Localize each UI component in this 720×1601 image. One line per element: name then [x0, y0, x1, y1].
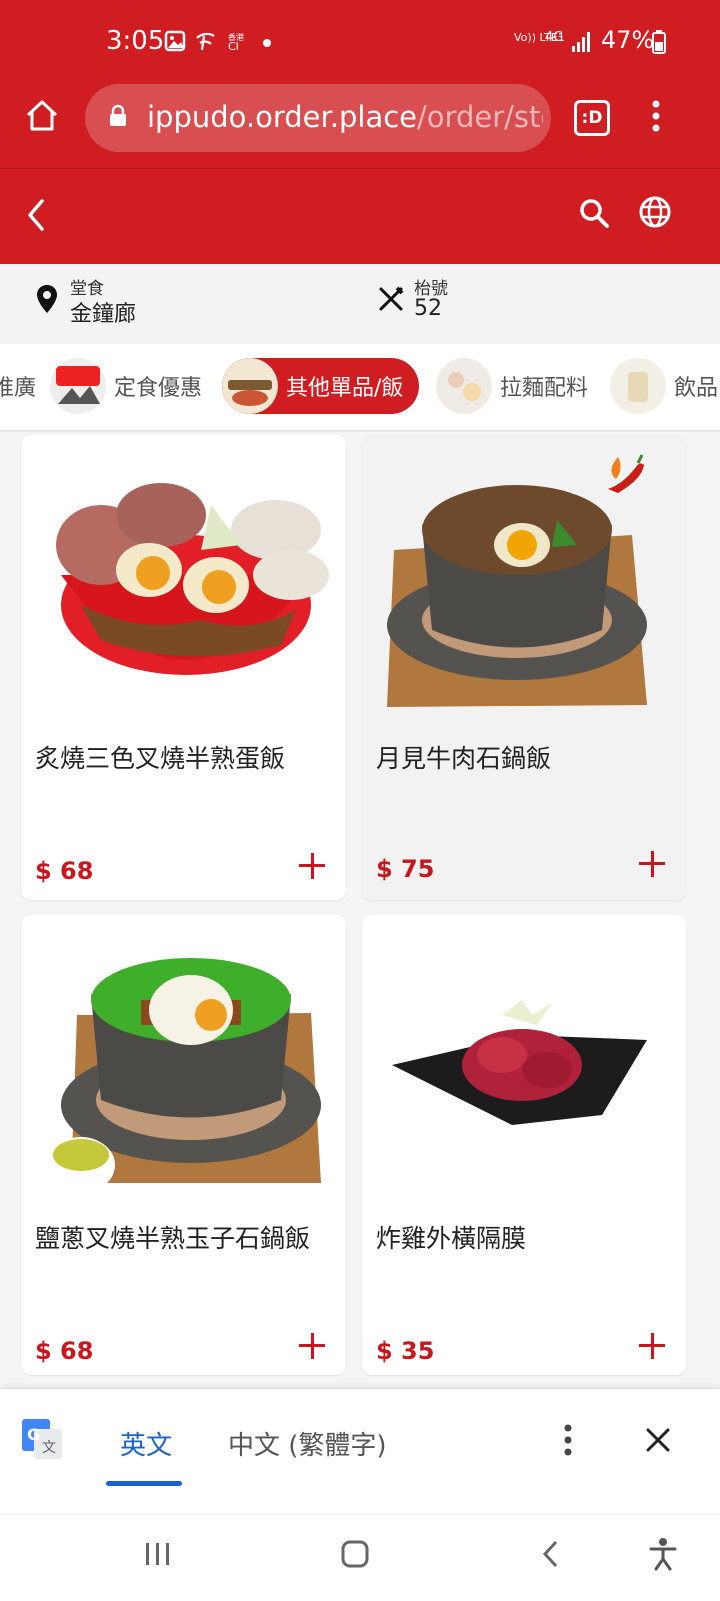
lock-icon [110, 104, 126, 126]
globe-icon[interactable] [638, 195, 672, 229]
recent-apps-icon[interactable] [144, 1541, 172, 1567]
tab-drinks[interactable]: 飲品 [610, 358, 718, 414]
status-bar: 3:05 香港 CI Vo)) LTE1 4G 47% [0, 0, 720, 84]
back-nav-icon[interactable] [540, 1539, 560, 1569]
menu-item-card[interactable]: 鹽蔥叉燒半熟玉子石鍋飯 $ 68 [21, 915, 346, 1375]
menu-item-card[interactable]: 炙燒三色叉燒半熟蛋飯 $ 68 [21, 435, 346, 900]
food-image [47, 958, 321, 1193]
tab-label: 其他單品/飯 [286, 376, 404, 401]
battery-percent: 47% [601, 26, 655, 54]
url-path: /order/stc [417, 100, 543, 134]
active-language-indicator [106, 1481, 182, 1486]
back-icon[interactable] [24, 197, 48, 233]
gallery-icon [164, 30, 186, 52]
item-name: 月見牛肉石鍋飯 [376, 744, 552, 773]
home-icon[interactable] [24, 98, 60, 134]
more-vert-icon[interactable] [648, 98, 664, 134]
network-type: 4G [545, 30, 564, 45]
more-vert-icon[interactable] [560, 1423, 576, 1457]
table-number: 52 [414, 296, 442, 321]
system-nav-bar [0, 1514, 720, 1601]
item-name: 鹽蔥叉燒半熟玉子石鍋飯 [35, 1224, 311, 1253]
food-image [56, 483, 329, 675]
home-button-icon[interactable] [340, 1539, 370, 1569]
translate-source-language[interactable]: 英文 [120, 1425, 172, 1462]
svg-text:G: G [27, 1425, 40, 1444]
notification-icon: 香港CI [228, 32, 244, 52]
svg-text:文: 文 [42, 1440, 56, 1456]
close-icon[interactable] [645, 1427, 671, 1453]
signal-icon [572, 32, 590, 52]
translate-target-language[interactable]: 中文 (繁體字) [228, 1425, 387, 1462]
tab-switcher-button[interactable]: :D [574, 100, 610, 136]
url-bar[interactable]: ippudo.order.place/order/stc [85, 84, 551, 152]
battery-icon [652, 30, 666, 54]
status-time: 3:05 [106, 26, 165, 56]
search-icon[interactable] [578, 197, 610, 229]
add-item-button[interactable] [299, 853, 325, 879]
item-name: 炙燒三色叉燒半熟蛋飯 [35, 744, 286, 773]
item-price: $ 68 [35, 857, 94, 885]
category-tabs: 推廣 定食優惠 其他單品/飯 拉麵配料 飲品 [0, 344, 720, 432]
tab-other-items[interactable]: 其他單品/飯 [222, 358, 420, 414]
category-thumb-icon [222, 358, 278, 414]
tab-label: 飲品 [674, 376, 719, 401]
store-location: 金鐘廊 [70, 302, 137, 327]
accessibility-icon[interactable] [648, 1537, 678, 1571]
add-item-button[interactable] [639, 1333, 665, 1359]
app-header [0, 168, 720, 265]
menu-item-card[interactable]: 炸雞外橫隔膜 $ 35 [362, 915, 686, 1375]
food-image [392, 1000, 647, 1125]
item-name: 炸雞外橫隔膜 [376, 1224, 527, 1253]
category-thumb-icon [610, 358, 666, 414]
utensils-icon [379, 286, 404, 311]
add-item-button[interactable] [299, 1333, 325, 1359]
tab-ramen-toppings[interactable]: 拉麵配料 [436, 358, 588, 414]
category-thumb-icon [436, 358, 492, 414]
add-item-button[interactable] [639, 851, 665, 877]
item-price: $ 75 [376, 855, 435, 883]
menu-item-card[interactable]: 月見牛肉石鍋飯 $ 75 [362, 435, 686, 900]
translate-bar: G文 英文 中文 (繁體字) [0, 1388, 720, 1515]
tab-label: 拉麵配料 [500, 376, 589, 401]
tab-label: 定食優惠 [114, 376, 203, 401]
item-price: $ 35 [376, 1337, 435, 1365]
svg-text:CI: CI [228, 40, 239, 52]
browser-toolbar: ippudo.order.place/order/stc :D [0, 84, 720, 168]
url-text: ippudo.order.place/order/stc [147, 100, 543, 134]
tab-label: 推廣 [0, 376, 37, 401]
order-info-bar: 堂食 金鐘廊 枱號 52 [0, 264, 720, 345]
location-pin-icon [37, 285, 57, 313]
item-price: $ 68 [35, 1337, 94, 1365]
spicy-chili-icon [608, 454, 644, 493]
google-translate-icon[interactable]: G文 [22, 1419, 62, 1459]
tab-set-meal[interactable]: 定食優惠 [50, 358, 202, 414]
category-thumb-icon [50, 358, 106, 414]
tab-promotions[interactable]: 推廣 [0, 358, 36, 414]
url-domain: ippudo.order.place [147, 100, 418, 134]
app-notification-icon [196, 32, 215, 51]
dot-icon [263, 39, 271, 47]
